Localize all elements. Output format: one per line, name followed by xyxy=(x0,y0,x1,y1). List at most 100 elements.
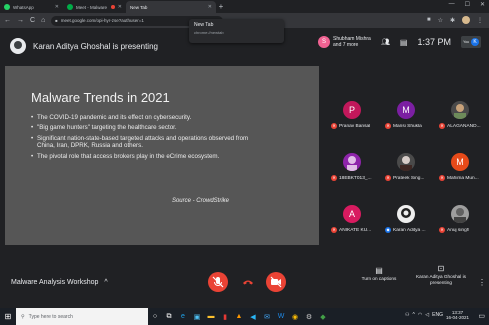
leave-call-button[interactable] xyxy=(238,272,258,292)
star-icon[interactable]: ☆ xyxy=(438,17,443,24)
tab-label: New Tab xyxy=(130,4,148,10)
participant-tile[interactable]: A ✕ ANIKATE KU... xyxy=(327,194,377,241)
slide-bullet: The pivotal role that access brokers pla… xyxy=(31,153,263,161)
slide-bullet: The COVID-19 pandemic and its effect on … xyxy=(31,114,263,122)
taskbar-search[interactable]: ⚲ Type here to search xyxy=(16,308,148,325)
participants-chip[interactable]: S Shubham Mishra and 7 more xyxy=(318,36,371,48)
minimize-icon[interactable]: — xyxy=(449,1,455,8)
chip-avatar: S xyxy=(318,36,331,48)
camera-icon[interactable]: ■ xyxy=(427,17,431,23)
present-now-button[interactable]: ⊡ Karan Aditya Ghoshal is presenting xyxy=(410,264,472,286)
vscode-icon[interactable]: ◀ xyxy=(246,313,260,321)
mic-off-icon: ✕ xyxy=(439,123,445,129)
slide-title: Malware Trends in 2021 xyxy=(31,90,170,105)
slide-bullets: The COVID-19 pandemic and its effect on … xyxy=(31,114,263,160)
participant-avatar: P xyxy=(343,101,361,119)
store-icon[interactable]: ▣ xyxy=(190,313,204,321)
windows-start-icon[interactable]: ⊞ xyxy=(0,312,16,321)
task-view-icon[interactable]: ⧉ xyxy=(162,313,176,321)
whatsapp-favicon-icon xyxy=(4,4,10,10)
participant-photo xyxy=(451,205,469,223)
camera-off-icon xyxy=(270,276,282,288)
participant-name: ANIKATE KU... xyxy=(339,227,372,233)
hang-up-icon xyxy=(243,280,253,285)
new-tab-button[interactable]: + xyxy=(216,1,226,13)
mic-off-icon: ✕ xyxy=(385,175,391,181)
people-icon[interactable]: 👥︎ xyxy=(381,38,390,46)
menu-icon[interactable]: ⋮ xyxy=(477,17,483,24)
settings-icon[interactable]: ⚙ xyxy=(302,313,316,321)
participant-tile[interactable]: M ✕ Mahima Mun... xyxy=(435,142,485,189)
self-avatar: K xyxy=(471,38,479,46)
slide-source: Source - CrowdStrike xyxy=(171,198,229,204)
search-icon: ⚲ xyxy=(21,313,25,320)
cortana-icon[interactable]: ○ xyxy=(148,313,162,320)
maximize-icon[interactable]: ☐ xyxy=(465,1,470,8)
tab-whatsapp[interactable]: WhatsApp ✕ xyxy=(0,1,63,13)
window-controls: — ☐ ✕ xyxy=(449,1,485,8)
participant-tile[interactable]: ✕ Anuj singh xyxy=(435,194,485,241)
reload-icon[interactable]: C xyxy=(30,17,35,24)
chat-icon[interactable]: ▤ xyxy=(400,38,408,47)
close-tab-icon[interactable]: ✕ xyxy=(118,4,122,10)
participant-photo xyxy=(397,153,415,171)
toolbar-actions: ■ ☆ ✱ ⋮ xyxy=(427,16,483,24)
participant-name: Anuj singh xyxy=(447,227,470,233)
meeting-details-toggle[interactable]: Malware Analysis Workshop ^ xyxy=(11,279,108,286)
mic-off-icon: ✕ xyxy=(331,175,337,181)
presenter-avatar xyxy=(10,38,26,54)
participant-photo xyxy=(451,101,469,119)
tab-meet[interactable]: Meet - Malware Analysis W... ✕ xyxy=(63,1,126,13)
app-icon[interactable]: ◆ xyxy=(316,313,330,321)
home-icon[interactable]: ⌂ xyxy=(41,17,45,24)
participant-tile[interactable]: P ✕ Pranav Bansal xyxy=(327,90,377,137)
participant-name: ALAGANAND... xyxy=(447,123,481,129)
chevron-up-icon[interactable]: ^ xyxy=(413,312,415,318)
participant-name: Karan Aditya ... xyxy=(393,227,426,233)
participant-tile[interactable]: ✕ ALAGANAND... xyxy=(435,90,485,137)
participant-name: Mahima Mun... xyxy=(447,175,479,181)
edge-icon[interactable]: e xyxy=(176,313,190,320)
close-tab-icon[interactable]: ✕ xyxy=(55,4,59,10)
participant-tile[interactable]: ✕ 18EBKT013_... xyxy=(327,142,377,189)
camera-toggle-button[interactable] xyxy=(266,272,286,292)
participant-name: Pranav Bansal xyxy=(339,123,371,129)
participant-tile[interactable]: ◆ Karan Aditya ... xyxy=(381,194,431,241)
participant-tile[interactable]: ✕ Prateek Sing... xyxy=(381,142,431,189)
close-tab-icon[interactable]: ✕ xyxy=(208,4,212,10)
vlc-icon[interactable]: ▲ xyxy=(232,313,246,320)
participant-avatar: M xyxy=(451,153,469,171)
language-indicator[interactable]: ENG xyxy=(432,312,443,318)
mic-toggle-button[interactable] xyxy=(208,272,228,292)
tab-hover-card: New Tab chrome://newtab xyxy=(189,19,284,43)
people-tray-icon[interactable]: ⚇ xyxy=(405,312,409,318)
present-icon: ⊡ xyxy=(437,264,445,273)
more-options-icon[interactable]: ⋮ xyxy=(478,278,486,287)
meeting-control-bar: Malware Analysis Workshop ^ ▤ Turn on ca… xyxy=(0,258,489,308)
mic-off-icon: ✕ xyxy=(439,227,445,233)
mic-off-icon: ✕ xyxy=(331,123,337,129)
notification-icon[interactable]: ▭ xyxy=(478,312,485,320)
participant-name: Mansi Shukla xyxy=(393,123,422,129)
notes-icon[interactable]: ▮ xyxy=(218,313,232,321)
self-view-tile[interactable]: You K xyxy=(461,36,481,48)
volume-icon[interactable]: ◁ xyxy=(425,312,429,318)
chrome-icon[interactable]: ◉ xyxy=(288,313,302,321)
word-icon[interactable]: W xyxy=(274,313,288,320)
participant-name: 18EBKT013_... xyxy=(339,175,372,181)
taskbar-clock[interactable]: 13:37 16-04-2021 xyxy=(446,310,469,320)
forward-icon[interactable]: → xyxy=(17,17,24,24)
search-placeholder: Type here to search xyxy=(28,313,73,320)
chip-text: Shubham Mishra and 7 more xyxy=(333,36,371,48)
network-icon[interactable]: ◠ xyxy=(418,312,422,318)
tab-new-tab[interactable]: New Tab ✕ xyxy=(126,1,216,13)
profile-avatar[interactable] xyxy=(462,16,470,24)
lock-icon: ■ xyxy=(55,18,58,23)
captions-button[interactable]: ▤ Turn on captions xyxy=(354,267,404,282)
close-window-icon[interactable]: ✕ xyxy=(480,1,485,8)
back-icon[interactable]: ← xyxy=(4,17,11,24)
extensions-icon[interactable]: ✱ xyxy=(450,17,455,24)
participant-tile[interactable]: M ✕ Mansi Shukla xyxy=(381,90,431,137)
mail-icon[interactable]: ✉ xyxy=(260,313,274,321)
file-explorer-icon[interactable]: ▬ xyxy=(204,313,218,320)
